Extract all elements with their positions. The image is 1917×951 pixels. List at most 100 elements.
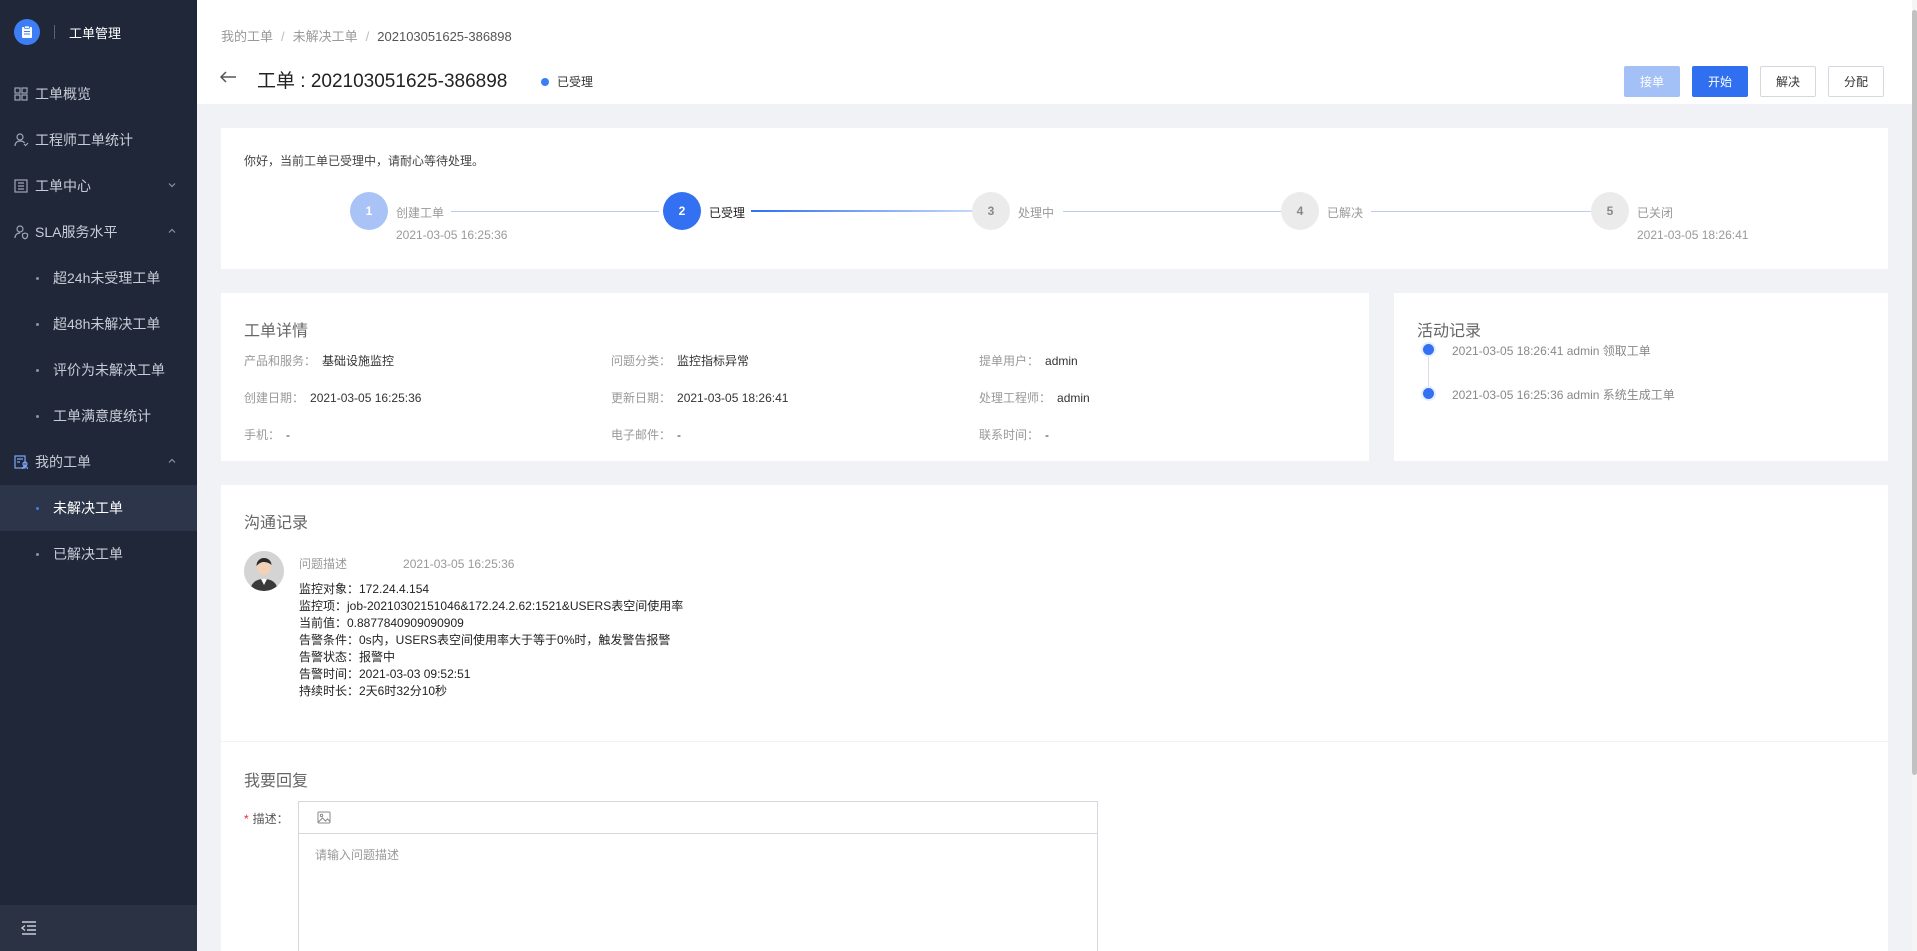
field-created: 创建日期： 2021-03-05 16:25:36 (244, 391, 422, 405)
bullet-dot (36, 552, 39, 556)
breadcrumb: 我的工单 / 未解决工单/202103051625-386898 (221, 29, 512, 44)
user-stats-icon (13, 132, 29, 148)
sidebar-subitem-label: 工单满意度统计 (53, 408, 151, 424)
sidebar-subitem-label: 未解决工单 (53, 500, 123, 516)
sidebar-item-label: 工单概览 (35, 86, 91, 102)
bullet-dot (36, 368, 39, 372)
chevron-down-icon (168, 183, 176, 188)
activity-entry: 2021-03-05 16:25:36 admin 系统生成工单 (1452, 388, 1675, 402)
step-4-label: 已解决 (1327, 206, 1364, 220)
page-header: 我的工单 / 未解决工单/202103051625-386898 工单 : 2021… (197, 0, 1912, 104)
sidebar-item-engineer-stats[interactable]: 工程师工单统计 (0, 117, 197, 163)
field-email: 电子邮件： - (611, 428, 682, 442)
sidebar-subitem-unresolved[interactable]: 未解决工单 (0, 485, 197, 531)
step-connector (1371, 211, 1591, 212)
field-product: 产品和服务： 基础设施监控 (244, 354, 395, 368)
bullet-dot (36, 276, 39, 280)
sidebar-subitem-satisfaction[interactable]: 工单满意度统计 (0, 393, 197, 439)
resolve-button[interactable]: 解决 (1759, 66, 1816, 97)
sidebar-subitem-over-48h[interactable]: 超48h未解决工单 (0, 301, 197, 347)
sidebar-subitem-label: 超48h未解决工单 (53, 316, 161, 332)
page-scrollbar[interactable] (1912, 0, 1917, 951)
breadcrumb-current: 202103051625-386898 (377, 29, 512, 44)
assign-button[interactable]: 分配 (1827, 66, 1884, 97)
clipboard-logo-icon (14, 19, 40, 45)
step-connector (451, 211, 659, 212)
field-phone: 手机： - (244, 428, 291, 442)
communication-line: 持续时长：2天6时32分10秒 (299, 684, 448, 698)
breadcrumb-my-orders[interactable]: 我的工单 (221, 29, 273, 44)
communication-line: 告警条件：0s内，USERS表空间使用率大于等于0%时，触发警告报警 (299, 633, 671, 647)
reply-card: 我要回复 * 描述： 请输入问题描述 (221, 742, 1888, 951)
scrollbar-thumb[interactable] (1912, 10, 1917, 775)
step-5-label: 已关闭 (1637, 206, 1674, 220)
step-2-label: 已受理 (709, 206, 746, 220)
sidebar-item-sla[interactable]: SLA服务水平 (0, 209, 197, 255)
start-button[interactable]: 开始 (1691, 66, 1748, 97)
step-4-number: 4 (1281, 192, 1319, 230)
chevron-up-icon (168, 458, 176, 463)
communication-line: 监控对象：172.24.4.154 (299, 582, 430, 596)
sidebar-item-my-orders[interactable]: 我的工单 (0, 439, 197, 485)
sidebar-subitem-over-24h[interactable]: 超24h未受理工单 (0, 255, 197, 301)
bullet-dot (36, 322, 39, 326)
description-input[interactable]: 请输入问题描述 (299, 834, 1097, 875)
step-3-number: 3 (972, 192, 1010, 230)
field-submitter: 提单用户： admin (979, 354, 1078, 368)
status-badge: 已受理 (541, 73, 593, 90)
bullet-dot (36, 414, 39, 418)
main-content: 我的工单 / 未解决工单/202103051625-386898 工单 : 2021… (197, 0, 1912, 951)
communication-body: 监控对象：172.24.4.154 监控项：job-20210302151046… (299, 581, 683, 700)
timeline-dot (1421, 386, 1436, 401)
step-connector-active (751, 210, 973, 212)
required-mark: * (244, 812, 249, 826)
communication-meta: 问题描述 2021-03-05 16:25:36 (299, 555, 514, 572)
action-buttons: 接单 开始 解决 分配 (1623, 66, 1884, 97)
details-card: 工单详情 产品和服务： 基础设施监控 问题分类： 监控指标异常 提单用户： admin… (221, 293, 1369, 461)
sidebar-item-overview[interactable]: 工单概览 (0, 71, 197, 117)
sidebar-subitem-resolved[interactable]: 已解决工单 (0, 531, 197, 577)
communication-line: 告警时间：2021-03-03 09:52:51 (299, 667, 471, 681)
page-title: 工单 : 202103051625-386898 (257, 71, 508, 92)
sidebar-subitem-label: 超24h未受理工单 (53, 270, 161, 286)
sidebar-collapse-toggle[interactable] (0, 905, 197, 951)
step-3-label: 处理中 (1018, 206, 1055, 220)
details-title: 工单详情 (244, 323, 309, 340)
sidebar-item-order-center[interactable]: 工单中心 (0, 163, 197, 209)
reply-editor: 请输入问题描述 (298, 801, 1098, 951)
status-dot (541, 77, 549, 86)
step-connector (1063, 211, 1281, 212)
image-upload-icon[interactable] (317, 811, 331, 824)
sidebar-subitem-label: 已解决工单 (53, 546, 123, 562)
user-doc-icon (13, 454, 29, 470)
avatar (244, 551, 284, 591)
field-contact-time: 联系时间： - (979, 428, 1050, 442)
step-1-label: 创建工单 (396, 206, 445, 220)
step-2-number: 2 (663, 192, 701, 230)
communication-card: 沟通记录 问题描述 2021-03-05 16:25:36 监控对象：172.24… (221, 485, 1888, 741)
reply-title: 我要回复 (244, 773, 309, 790)
menu-fold-icon (20, 921, 36, 935)
bullet-dot (36, 506, 39, 510)
step-1-number: 1 (350, 192, 388, 230)
brand-title: 工单管理 (69, 25, 122, 41)
sidebar-item-label: 工单中心 (35, 178, 91, 194)
communication-label: 问题描述 (299, 557, 348, 571)
progress-notice: 你好，当前工单已受理中，请耐心等待处理。 (244, 154, 485, 168)
sidebar-subitem-unresolved-rating[interactable]: 评价为未解决工单 (0, 347, 197, 393)
step-5-number: 5 (1591, 192, 1629, 230)
back-arrow-icon[interactable] (219, 70, 237, 84)
brand: 工单管理 (0, 0, 197, 64)
chevron-up-icon (168, 228, 176, 233)
field-category: 问题分类： 监控指标异常 (611, 354, 750, 368)
progress-card: 你好，当前工单已受理中，请耐心等待处理。 1 创建工单 2021-03-05 1… (221, 128, 1888, 269)
sidebar-item-label: SLA服务水平 (35, 224, 118, 240)
step-1-time: 2021-03-05 16:25:36 (396, 228, 508, 242)
editor-toolbar (299, 802, 1097, 834)
accept-button[interactable]: 接单 (1623, 66, 1680, 97)
sidebar: 工单管理 工单概览 工程师工单统计 工单中心 SLA服务水平 超24h未受理工单… (0, 0, 197, 951)
status-text: 已受理 (557, 75, 594, 89)
user-shield-icon (13, 224, 29, 240)
field-updated: 更新日期： 2021-03-05 18:26:41 (611, 391, 789, 405)
breadcrumb-unresolved[interactable]: 未解决工单 (293, 29, 358, 44)
